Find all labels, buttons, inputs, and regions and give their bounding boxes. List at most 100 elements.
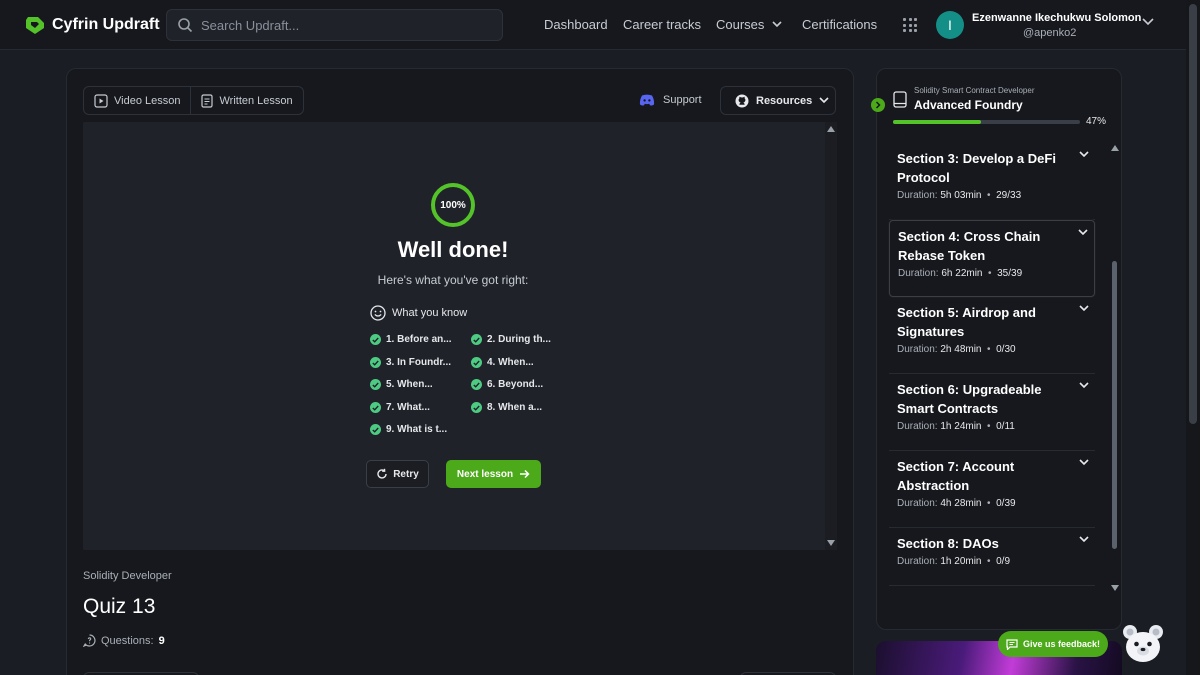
- nav-certifications[interactable]: Certifications: [802, 17, 877, 32]
- course-label: Solidity Developer: [83, 570, 172, 582]
- duration-value: 1h 24min: [940, 421, 982, 432]
- chevron-down-icon[interactable]: [1079, 536, 1089, 543]
- check-icon: [370, 379, 381, 390]
- answer-item: 9. What is t...: [370, 424, 447, 435]
- top-navigation-bar: Cyfrin Updraft Dashboard Career tracks C…: [0, 0, 1200, 50]
- retry-button[interactable]: Retry: [366, 460, 429, 488]
- search-box[interactable]: [166, 9, 503, 41]
- track-name: Solidity Smart Contract Developer: [914, 86, 1035, 95]
- section-progress: 29/33: [996, 190, 1022, 201]
- section-title: Section 5: Airdrop and Signatures: [897, 305, 1036, 339]
- duration-value: 2h 48min: [940, 344, 982, 355]
- video-icon: [94, 93, 108, 108]
- answer-label: 7. What...: [386, 402, 430, 413]
- support-label: Support: [663, 94, 702, 106]
- answer-label: 8. When a...: [487, 402, 543, 413]
- next-lesson-button[interactable]: Next lesson: [446, 460, 541, 488]
- feedback-button[interactable]: Give us feedback!: [998, 631, 1108, 657]
- duration-value: 4h 28min: [940, 498, 982, 509]
- answer-label: 2. During th...: [487, 334, 551, 345]
- section-title: Section 4: Cross Chain Rebase Token: [898, 229, 1041, 263]
- answer-label: 1. Before an...: [386, 334, 452, 345]
- nav-courses[interactable]: Courses: [716, 17, 782, 32]
- answer-item: 4. When...: [471, 357, 534, 368]
- sidebar-scrollbar[interactable]: [1110, 143, 1120, 593]
- chevron-down-icon[interactable]: [1079, 382, 1089, 389]
- check-icon: [370, 402, 381, 413]
- brand-name: Cyfrin Updraft: [52, 16, 160, 33]
- chevron-down-icon[interactable]: [1079, 151, 1089, 158]
- chevron-down-icon: [772, 21, 782, 28]
- sidebar-scrollbar-thumb[interactable]: [1112, 261, 1117, 549]
- cyfrin-logo-icon: [26, 17, 44, 34]
- answer-item: 1. Before an...: [370, 334, 452, 345]
- section-meta: Duration: 1h 20min • 0/9: [897, 556, 1011, 567]
- smiley-icon: [370, 305, 386, 321]
- answer-item: 2. During th...: [471, 334, 551, 345]
- search-input[interactable]: [201, 17, 481, 33]
- section-progress: 35/39: [997, 268, 1023, 279]
- user-avatar[interactable]: I: [936, 11, 964, 39]
- quiz-frame-scrollbar[interactable]: [825, 122, 837, 550]
- section-item[interactable]: Section 7: Account Abstraction Duration:…: [889, 451, 1095, 528]
- check-icon: [471, 379, 482, 390]
- section-item[interactable]: Section 3: Develop a DeFi Protocol Durat…: [889, 143, 1095, 220]
- resources-dropdown[interactable]: Resources: [720, 86, 836, 115]
- duration-label: Duration:: [897, 498, 938, 509]
- resources-label: Resources: [756, 94, 813, 107]
- user-menu-chevron-icon[interactable]: [1142, 18, 1154, 26]
- check-icon: [370, 424, 381, 435]
- document-icon: [201, 93, 214, 108]
- page-scrollbar-thumb[interactable]: [1189, 4, 1197, 424]
- answer-item: 8. When a...: [471, 402, 542, 413]
- retry-label: Retry: [393, 468, 419, 480]
- tab-video-lesson[interactable]: Video Lesson: [84, 87, 190, 114]
- tab-written-lesson[interactable]: Written Lesson: [190, 87, 302, 114]
- section-item-active[interactable]: Section 4: Cross Chain Rebase Token Dura…: [889, 220, 1095, 297]
- chevron-down-icon[interactable]: [1079, 305, 1089, 312]
- section-progress: 0/11: [996, 421, 1015, 432]
- book-icon: [893, 91, 907, 108]
- chevron-down-icon[interactable]: [1079, 459, 1089, 466]
- course-progress-bar: [893, 120, 1080, 124]
- duration-label: Duration:: [898, 268, 939, 279]
- section-item[interactable]: Section 6: Upgradeable Smart Contracts D…: [889, 374, 1095, 451]
- course-progress-label: 47%: [1086, 116, 1107, 127]
- page-scrollbar[interactable]: [1186, 0, 1200, 675]
- results-subtitle: Here's what you've got right:: [377, 273, 529, 287]
- bear-mascot-icon[interactable]: [1120, 620, 1166, 666]
- lesson-panel: Video Lesson Written Lesson Support Reso…: [66, 68, 854, 675]
- scroll-down-arrow-icon[interactable]: [827, 540, 835, 546]
- nav-career-tracks[interactable]: Career tracks: [623, 17, 701, 32]
- discord-icon: [639, 94, 655, 106]
- scroll-down-arrow-icon[interactable]: [1111, 585, 1119, 591]
- search-icon: [178, 18, 193, 33]
- support-link[interactable]: Support: [639, 94, 702, 106]
- answer-item: 5. When...: [370, 379, 433, 390]
- scroll-up-arrow-icon[interactable]: [1111, 145, 1119, 151]
- section-progress: 0/30: [996, 344, 1016, 355]
- answer-item: 7. What...: [370, 402, 430, 413]
- duration-value: 6h 22min: [941, 268, 983, 279]
- retry-icon: [377, 468, 387, 479]
- duration-value: 5h 03min: [940, 190, 982, 201]
- chevron-down-icon: [819, 97, 829, 104]
- answer-label: 4. When...: [487, 357, 534, 368]
- what-you-know-label: What you know: [392, 307, 468, 319]
- what-you-know-heading: What you know: [370, 305, 467, 321]
- section-title: Section 6: Upgradeable Smart Contracts: [897, 382, 1042, 416]
- duration-value: 1h 20min: [940, 556, 982, 567]
- answer-label: 3. In Foundr...: [386, 357, 451, 368]
- apps-grid-icon[interactable]: [903, 18, 917, 32]
- section-title: Section 8: DAOs: [897, 536, 999, 551]
- chevron-down-icon[interactable]: [1078, 229, 1088, 236]
- collapse-sidebar-button[interactable]: [871, 98, 885, 112]
- section-title: Section 7: Account Abstraction: [897, 459, 1015, 493]
- quiz-results-frame: 100% Well done! Here's what you've got r…: [83, 122, 837, 550]
- nav-dashboard[interactable]: Dashboard: [544, 17, 608, 32]
- lesson-tabs: Video Lesson Written Lesson: [83, 86, 304, 115]
- section-item[interactable]: Section 8: DAOs Duration: 1h 20min • 0/9: [889, 528, 1095, 586]
- brand-logo[interactable]: Cyfrin Updraft: [24, 14, 160, 36]
- section-item[interactable]: Section 5: Airdrop and Signatures Durati…: [889, 297, 1095, 374]
- scroll-up-arrow-icon[interactable]: [827, 126, 835, 132]
